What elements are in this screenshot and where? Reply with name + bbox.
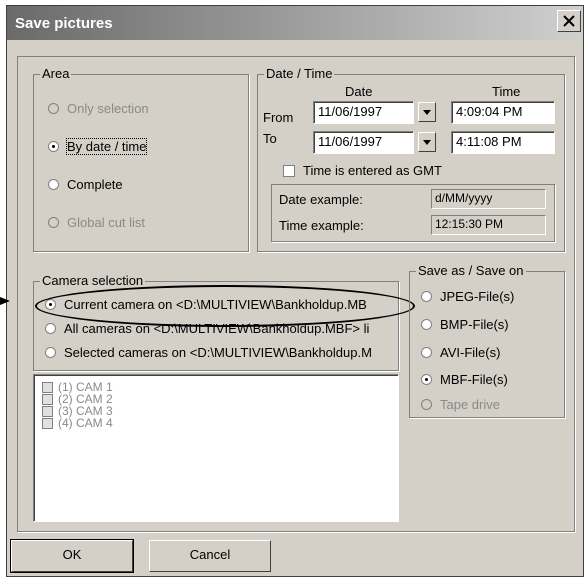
radio-label: JPEG-File(s)	[440, 289, 515, 304]
save-pictures-dialog: Save pictures Area Only selection By dat…	[6, 5, 584, 577]
checkbox-indicator	[42, 405, 53, 417]
radio-indicator	[45, 323, 56, 334]
area-complete-radio[interactable]: Complete	[48, 177, 123, 192]
time-example-value: 12:15:30 PM	[431, 215, 546, 235]
to-date-dropdown-button[interactable]	[418, 132, 436, 152]
highlight-ellipse	[35, 285, 415, 327]
radio-indicator	[421, 347, 432, 358]
cancel-button[interactable]: Cancel	[149, 540, 271, 572]
bmp-file-radio[interactable]: BMP-File(s)	[421, 317, 509, 332]
radio-indicator	[48, 179, 59, 190]
date-header: Date	[345, 84, 373, 99]
camera-list[interactable]: (1) CAM 1 (2) CAM 2 (3) CAM 3 (4) CAM 4	[33, 374, 399, 522]
radio-indicator	[45, 347, 56, 358]
radio-label: AVI-File(s)	[440, 345, 501, 360]
radio-label: Tape drive	[440, 397, 500, 412]
time-header: Time	[492, 84, 521, 99]
radio-indicator	[48, 217, 59, 228]
checkbox-indicator	[42, 393, 53, 405]
from-time-field[interactable]: 4:09:04 PM	[451, 101, 555, 124]
radio-indicator	[421, 319, 432, 330]
from-date-dropdown-button[interactable]	[418, 102, 436, 122]
gmt-label: Time is entered as GMT	[303, 163, 442, 178]
checkbox-indicator	[42, 417, 53, 429]
date-time-group-label: Date / Time	[264, 66, 335, 81]
time-example-label: Time example:	[279, 218, 364, 233]
area-group-label: Area	[40, 66, 72, 81]
window-title: Save pictures	[15, 15, 113, 32]
date-example-label: Date example:	[279, 192, 363, 207]
area-by-date-time-radio[interactable]: By date / time	[48, 138, 148, 155]
close-icon	[563, 15, 575, 27]
tape-drive-radio[interactable]: Tape drive	[421, 397, 500, 412]
to-time-field[interactable]: 4:11:08 PM	[451, 131, 555, 154]
radio-indicator	[48, 141, 59, 152]
radio-label: Global cut list	[67, 215, 146, 230]
close-button[interactable]	[557, 10, 581, 32]
from-date-field[interactable]: 11/06/1997	[313, 101, 414, 124]
radio-indicator	[421, 399, 432, 410]
mbf-file-radio[interactable]: MBF-File(s)	[421, 372, 508, 387]
gmt-checkbox[interactable]: Time is entered as GMT	[283, 163, 442, 178]
from-label: From	[263, 110, 294, 125]
area-global-cut-list-radio[interactable]: Global cut list	[48, 215, 145, 230]
title-bar: Save pictures	[7, 6, 583, 40]
radio-indicator	[421, 374, 432, 385]
camera-list-item[interactable]: (4) CAM 4	[42, 416, 398, 430]
save-as-label: Save as / Save on	[416, 263, 526, 278]
radio-label: By date / time	[65, 138, 148, 155]
camera-selection-label: Camera selection	[40, 273, 146, 288]
checkbox-indicator	[283, 164, 295, 177]
checkbox-indicator	[42, 381, 53, 393]
camera-name: (4) CAM 4	[58, 416, 113, 430]
jpeg-file-radio[interactable]: JPEG-File(s)	[421, 289, 514, 304]
to-date-field[interactable]: 11/06/1997	[313, 131, 414, 154]
ok-button[interactable]: OK	[10, 539, 134, 573]
date-example-value: d/MM/yyyy	[431, 189, 546, 209]
selected-cameras-radio[interactable]: Selected cameras on <D:\MULTIVIEW\Bankho…	[45, 345, 393, 360]
radio-label: MBF-File(s)	[440, 372, 508, 387]
radio-label: Complete	[67, 177, 123, 192]
radio-label: BMP-File(s)	[440, 317, 509, 332]
radio-indicator	[48, 103, 59, 114]
radio-label: Only selection	[67, 101, 149, 116]
to-label: To	[263, 131, 277, 146]
avi-file-radio[interactable]: AVI-File(s)	[421, 345, 500, 360]
pointer-arrow-icon	[0, 297, 10, 305]
area-only-selection-radio[interactable]: Only selection	[48, 101, 149, 116]
radio-indicator	[421, 291, 432, 302]
radio-label: Selected cameras on <D:\MULTIVIEW\Bankho…	[64, 345, 372, 360]
